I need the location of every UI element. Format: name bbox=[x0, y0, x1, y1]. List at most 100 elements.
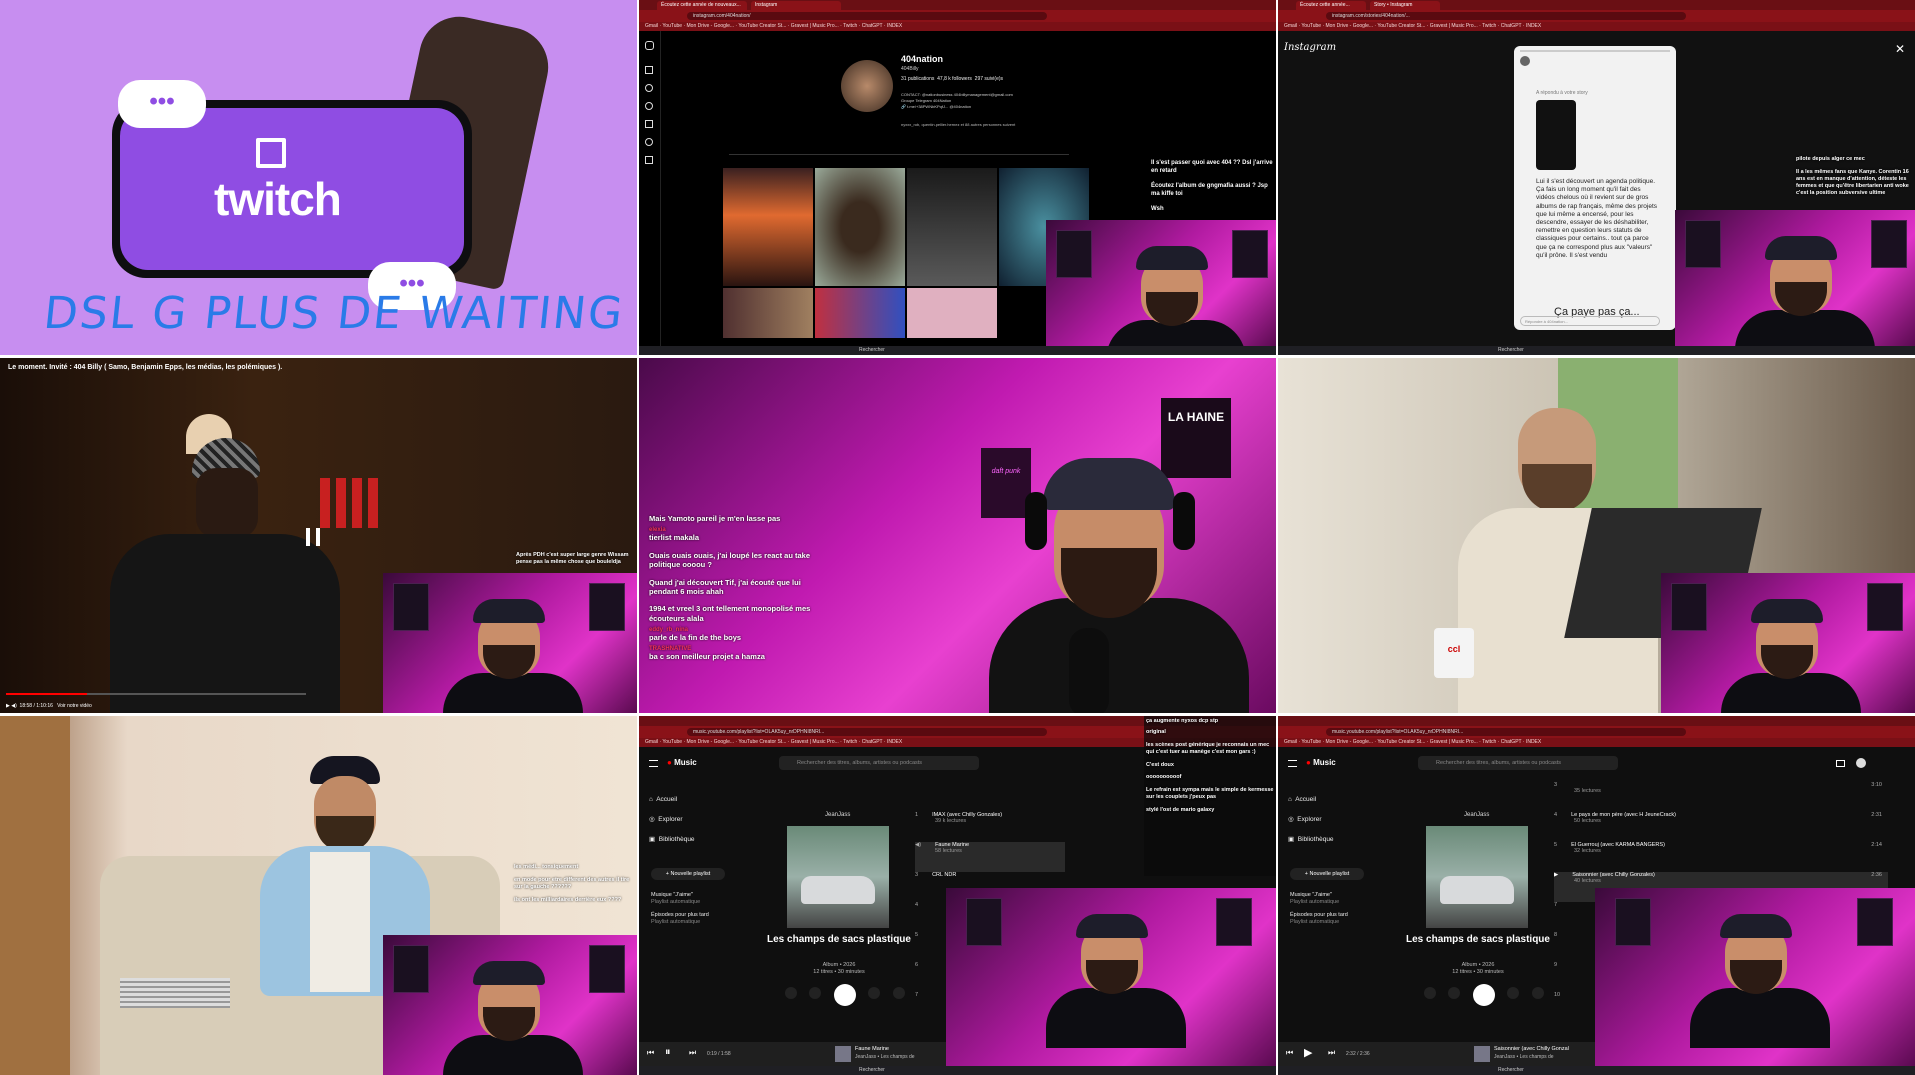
webcam-overlay bbox=[1046, 220, 1276, 346]
story-avatar[interactable] bbox=[1520, 56, 1530, 66]
tile-instagram-profile: Écoutez cette année de nouveaux... Insta… bbox=[639, 0, 1276, 355]
followed-by[interactable]: nyxxx_rob, quentin.pellier.hernez et 88 … bbox=[901, 122, 1015, 127]
track-row-playing[interactable]: ◀) Faune Marine 58 lectures bbox=[915, 842, 1065, 872]
play-icon[interactable]: ▶ bbox=[6, 703, 10, 709]
instagram-icon[interactable] bbox=[645, 41, 654, 50]
url-field[interactable]: instagram.com/404nation/ bbox=[687, 12, 1047, 20]
story-reply-field[interactable]: Répondre à 404nation... bbox=[1520, 316, 1660, 326]
share-icon[interactable] bbox=[1507, 987, 1520, 1000]
post-thumb[interactable] bbox=[907, 288, 997, 338]
search-input[interactable]: Rechercher des titres, albums, artistes … bbox=[1418, 756, 1618, 770]
menu-icon[interactable] bbox=[649, 760, 658, 767]
now-playing-title[interactable]: Saisonnier (avec Chilly Gonzal bbox=[1494, 1046, 1569, 1052]
now-playing-title[interactable]: Faune Marine bbox=[855, 1046, 889, 1052]
track-row[interactable]: 3 35 lectures 3:10 bbox=[1554, 782, 1888, 812]
save-icon[interactable] bbox=[1448, 987, 1461, 1000]
post-thumb[interactable] bbox=[723, 168, 813, 286]
url-field[interactable]: music.youtube.com/playlist?list=OLAK5uy_… bbox=[687, 728, 1047, 736]
play-icon[interactable]: ▶ bbox=[1304, 1046, 1312, 1059]
heart-icon[interactable] bbox=[645, 138, 653, 146]
track-row[interactable]: 1 IMAX (avec Chilly Gonzales) 39 k lecture… bbox=[915, 812, 1065, 842]
previous-icon[interactable]: ⏮ bbox=[647, 1048, 654, 1058]
stream-chat: Il s'est passer quoi avec 404 ?? Dsl j'a… bbox=[1151, 160, 1273, 212]
volume-icon[interactable]: ◀) bbox=[11, 703, 17, 709]
story-reply-label: A répondu à votre story bbox=[1536, 90, 1588, 96]
share-icon[interactable] bbox=[868, 987, 881, 1000]
pause-icon[interactable]: ⏸ bbox=[665, 1046, 671, 1059]
create-icon[interactable] bbox=[645, 156, 653, 164]
post-thumb[interactable] bbox=[723, 288, 813, 338]
search-icon[interactable] bbox=[645, 84, 653, 92]
search-input[interactable]: Rechercher des titres, albums, artistes … bbox=[779, 756, 979, 770]
save-icon[interactable] bbox=[809, 987, 822, 1000]
post-thumb[interactable] bbox=[907, 168, 997, 286]
album-cover[interactable] bbox=[1426, 826, 1528, 928]
next-icon[interactable]: ⏭ bbox=[1328, 1048, 1335, 1058]
browser-tab[interactable]: Instagram bbox=[751, 1, 841, 10]
stream-chat: les médi... tonsiquement en mode pour et… bbox=[514, 864, 630, 903]
stream-chat: Après PDH c'est super large genre Wissam… bbox=[516, 552, 629, 565]
yt-music-logo[interactable]: ● Music bbox=[667, 758, 697, 767]
nav-explore[interactable]: ◎ Explorer bbox=[1288, 810, 1334, 830]
play-button[interactable] bbox=[1472, 984, 1495, 1006]
playlist-item[interactable]: Épisodes pour plus tard Playlist automati… bbox=[651, 912, 709, 926]
taskbar-search[interactable]: Rechercher bbox=[1498, 347, 1524, 353]
browser-tab[interactable]: Écoutez cette année de nouveaux... bbox=[657, 1, 747, 10]
explore-icon[interactable] bbox=[645, 102, 653, 110]
nav-library[interactable]: ▣ Bibliothèque bbox=[649, 830, 695, 850]
nav-home[interactable]: ⌂ Accueil bbox=[1288, 790, 1334, 810]
menu-icon[interactable] bbox=[1288, 760, 1297, 767]
avatar[interactable] bbox=[1856, 758, 1866, 768]
now-playing-thumb bbox=[1474, 1046, 1490, 1062]
sidebar-nav: ⌂ Accueil ◎ Explorer ▣ Bibliothèque bbox=[1288, 790, 1334, 850]
reels-icon[interactable] bbox=[645, 120, 653, 128]
close-icon[interactable]: ✕ bbox=[1895, 42, 1905, 56]
more-icon[interactable] bbox=[892, 987, 905, 1000]
post-thumb[interactable] bbox=[815, 288, 905, 338]
progress-bar[interactable] bbox=[6, 693, 306, 695]
new-playlist-button[interactable]: + Nouvelle playlist bbox=[651, 868, 725, 880]
more-icon[interactable] bbox=[1531, 987, 1544, 1000]
story-thumb bbox=[1536, 100, 1576, 170]
guest bbox=[110, 438, 340, 713]
pause-icon[interactable] bbox=[306, 528, 320, 546]
album-artist[interactable]: JeanJass bbox=[825, 812, 850, 818]
playlist-item[interactable]: Musique "J'aime" Playlist automatique bbox=[651, 892, 709, 906]
track-row[interactable]: 4 Le pays de mon père (avec H JeuneCrack)… bbox=[1554, 812, 1888, 842]
playlist-item[interactable]: Épisodes pour plus tard Playlist automati… bbox=[1290, 912, 1348, 926]
now-playing-sub[interactable]: JeanJass • Les champs de bbox=[855, 1054, 915, 1060]
post-thumb[interactable] bbox=[815, 168, 905, 286]
home-icon[interactable] bbox=[645, 66, 653, 74]
taskbar-search[interactable]: Rechercher bbox=[859, 1067, 885, 1073]
chapter-link[interactable]: Voir notre vidéo bbox=[57, 703, 92, 709]
webcam-overlay bbox=[1675, 210, 1915, 346]
cast-icon[interactable] bbox=[1836, 760, 1845, 767]
nav-explore[interactable]: ◎ Explorer bbox=[649, 810, 695, 830]
nav-home[interactable]: ⌂ Accueil bbox=[649, 790, 695, 810]
yt-music-logo[interactable]: ● Music bbox=[1306, 758, 1336, 767]
progress-fill bbox=[6, 693, 87, 695]
new-playlist-button[interactable]: + Nouvelle playlist bbox=[1290, 868, 1364, 880]
pause-button[interactable] bbox=[833, 984, 856, 1006]
browser-tab[interactable]: Écoutez cette année... bbox=[1296, 1, 1366, 10]
next-icon[interactable]: ⏭ bbox=[689, 1048, 696, 1058]
browser-tab[interactable]: Story • Instagram bbox=[1370, 1, 1440, 10]
now-playing-sub[interactable]: JeanJass • Les champs de bbox=[1494, 1054, 1554, 1060]
nav-library[interactable]: ▣ Bibliothèque bbox=[1288, 830, 1334, 850]
track-row[interactable]: 5 El Guerrouj (avec KARMA BANGERS) 32 lect… bbox=[1554, 842, 1888, 872]
taskbar: Rechercher bbox=[1278, 1066, 1915, 1075]
twitch-logo-icon bbox=[256, 138, 286, 168]
album-cover[interactable] bbox=[787, 826, 889, 928]
url-field[interactable]: music.youtube.com/playlist?list=OLAK5uy_… bbox=[1326, 728, 1686, 736]
album-artist[interactable]: JeanJass bbox=[1464, 812, 1489, 818]
download-icon[interactable] bbox=[1424, 987, 1436, 1000]
taskbar-search[interactable]: Rechercher bbox=[1498, 1067, 1524, 1073]
playlist-item[interactable]: Musique "J'aime" Playlist automatique bbox=[1290, 892, 1348, 906]
browser-tabbar bbox=[1278, 716, 1915, 726]
story-text: Lui il s'est découvert un agenda politiq… bbox=[1536, 178, 1658, 259]
download-icon[interactable] bbox=[785, 987, 797, 1000]
previous-icon[interactable]: ⏮ bbox=[1286, 1048, 1293, 1058]
taskbar-search[interactable]: Rechercher bbox=[859, 347, 885, 353]
profile-avatar[interactable] bbox=[841, 60, 893, 112]
url-field[interactable]: instagram.com/stories/404nation/... bbox=[1326, 12, 1686, 20]
